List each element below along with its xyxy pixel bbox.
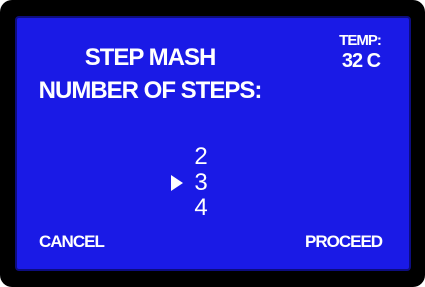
screen-title: STEP MASH	[84, 44, 217, 71]
device-bezel: STEP MASH NUMBER OF STEPS: TEMP: 32 C 2 …	[0, 0, 425, 287]
cancel-softkey[interactable]: CANCEL	[39, 232, 105, 252]
lcd-screen: STEP MASH NUMBER OF STEPS: TEMP: 32 C 2 …	[15, 16, 411, 271]
step-option-3-selected[interactable]: 3	[193, 170, 209, 196]
step-option-2[interactable]: 2	[193, 144, 209, 170]
selection-pointer-icon	[171, 175, 183, 191]
temperature-label: TEMP:	[339, 32, 382, 49]
step-option-4[interactable]: 4	[193, 195, 209, 221]
proceed-softkey[interactable]: PROCEED	[305, 232, 383, 252]
temperature-value: 32 C	[341, 50, 381, 72]
screen-subtitle: NUMBER OF STEPS:	[38, 77, 263, 104]
